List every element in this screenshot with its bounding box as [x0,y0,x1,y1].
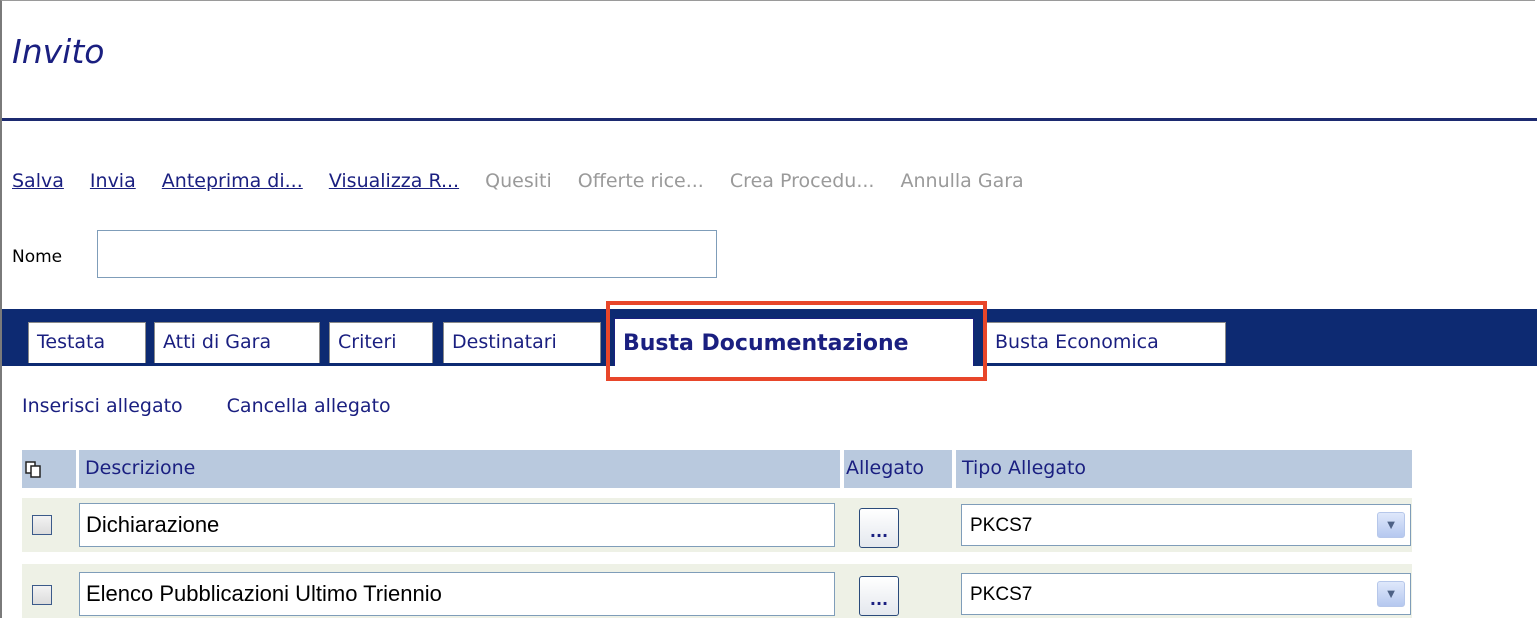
toolbar: Salva Invia Anteprima di... Visualizza R… [12,170,1044,192]
insert-attachment-link[interactable]: Inserisci allegato [22,395,183,417]
description-field[interactable]: Dichiarazione [79,503,835,547]
chevron-down-icon[interactable]: ▼ [1377,512,1405,538]
row-checkbox[interactable] [32,515,52,535]
page-title: Invito [12,32,105,71]
tab-busta-economica[interactable]: Busta Economica [986,322,1226,363]
create-procedure-button: Crea Procedu... [729,170,875,192]
send-button[interactable]: Invia [90,170,136,192]
tab-testata[interactable]: Testata [28,322,146,363]
received-offers-button: Offerte rice... [577,170,704,192]
tab-criteri[interactable]: Criteri [329,322,433,363]
tab-destinatari[interactable]: Destinatari [443,322,601,363]
header-descrizione: Descrizione [79,450,840,488]
preview-button[interactable]: Anteprima di... [162,170,303,192]
row-checkbox[interactable] [32,585,52,605]
browse-attachment-button[interactable]: ... [859,508,899,548]
nome-input[interactable] [97,230,717,278]
description-field[interactable]: Elenco Pubblicazioni Ultimo Triennio [79,572,835,616]
cancel-tender-button: Annulla Gara [900,170,1024,192]
header-allegato: Allegato [844,450,952,488]
view-report-button[interactable]: Visualizza R... [329,170,459,192]
questions-button: Quesiti [485,170,552,192]
attachment-type-value: PKCS7 [970,584,1033,605]
browse-attachment-button[interactable]: ... [859,576,899,616]
tab-busta-documentazione[interactable]: Busta Documentazione [614,318,974,366]
attachment-type-select[interactable]: PKCS7 ▼ [961,504,1411,546]
attachment-type-select[interactable]: PKCS7 ▼ [961,573,1411,615]
chevron-down-icon[interactable]: ▼ [1377,581,1405,607]
save-button[interactable]: Salva [12,170,64,192]
attachment-actions: Inserisci allegato Cancella allegato [22,395,391,417]
title-divider [2,118,1537,121]
tab-atti-di-gara[interactable]: Atti di Gara [154,322,320,363]
attachment-type-value: PKCS7 [970,515,1033,536]
copy-icon[interactable] [24,460,42,478]
nome-label: Nome [12,247,63,267]
delete-attachment-link[interactable]: Cancella allegato [227,395,391,417]
header-tipo-allegato: Tipo Allegato [956,450,1412,488]
